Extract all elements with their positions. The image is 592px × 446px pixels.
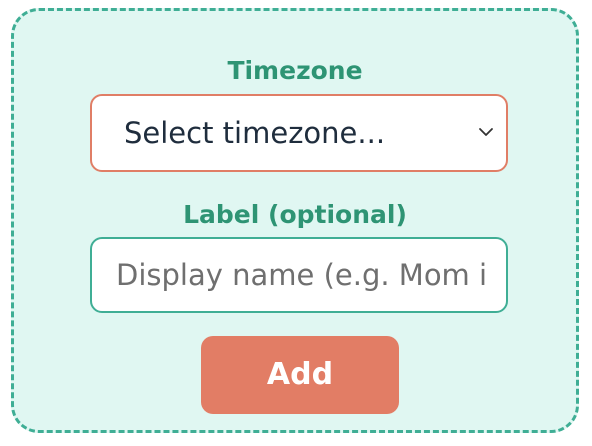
- add-timezone-card: Timezone Select timezone... Label (optio…: [11, 8, 579, 433]
- timezone-select[interactable]: Select timezone...: [90, 94, 508, 172]
- timezone-label: Timezone: [227, 56, 363, 85]
- display-name-placeholder: Display name (e.g. Mom i: [116, 258, 488, 292]
- label-field-label: Label (optional): [183, 200, 407, 229]
- add-button[interactable]: Add: [201, 336, 399, 414]
- timezone-select-value: Select timezone...: [124, 116, 386, 150]
- chevron-down-icon: [479, 128, 493, 136]
- display-name-input[interactable]: Display name (e.g. Mom i: [90, 237, 508, 313]
